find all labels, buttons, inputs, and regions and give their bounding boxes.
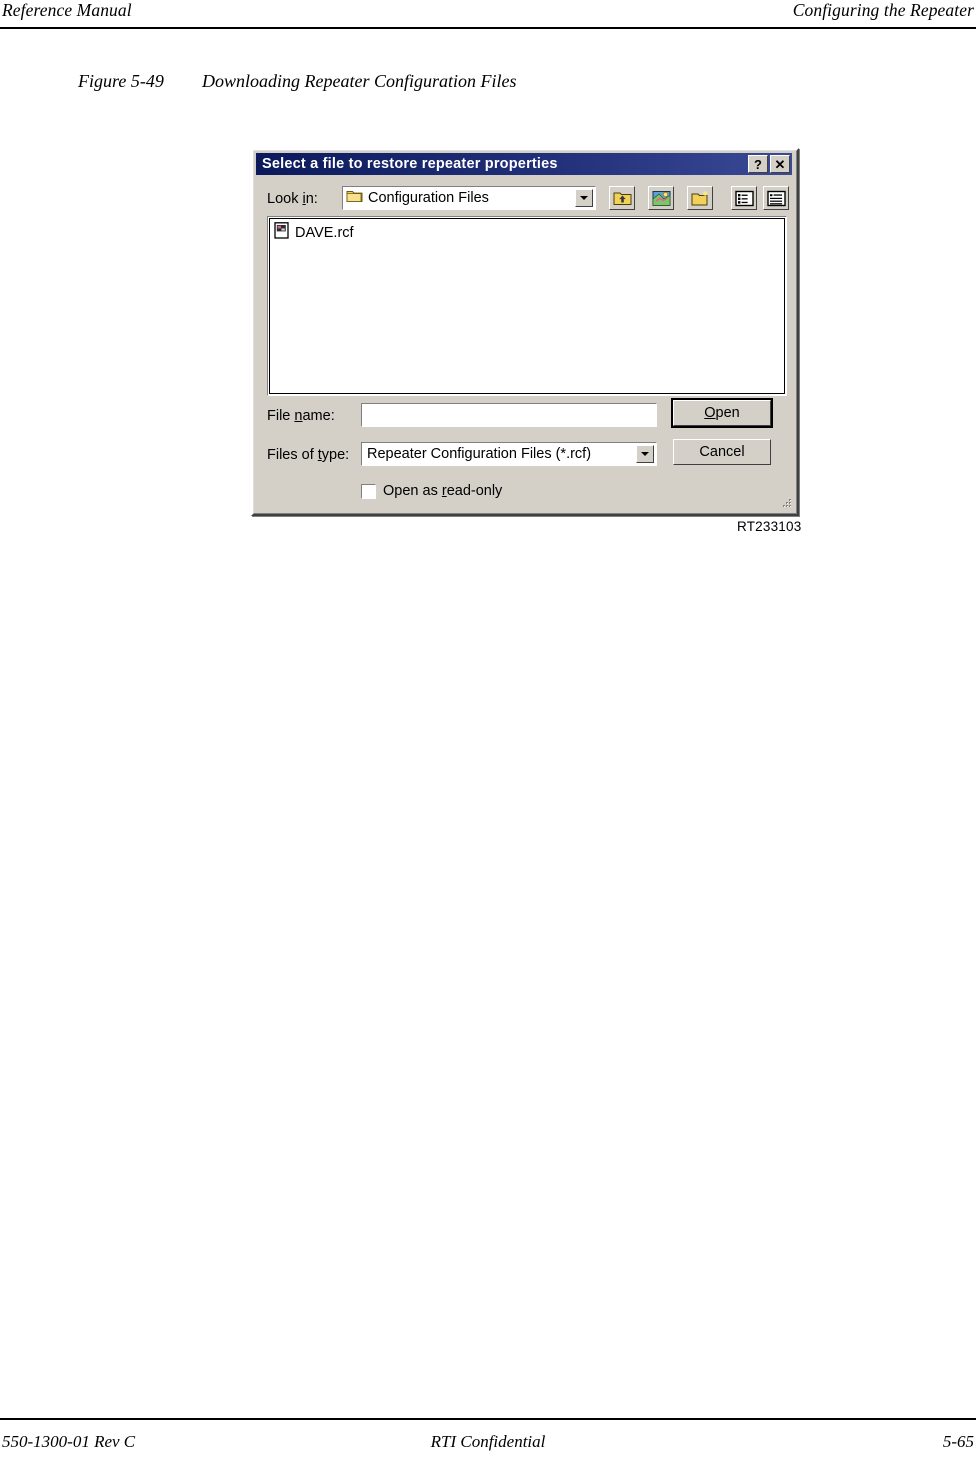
figure-caption: Figure 5-49 Downloading Repeater Configur… [78, 71, 516, 92]
details-view-icon[interactable] [763, 186, 789, 210]
footer-page-number: 5-65 [942, 1432, 974, 1451]
file-icon [274, 222, 290, 244]
new-folder-icon[interactable] [687, 186, 713, 210]
open-button[interactable]: Open [671, 398, 773, 428]
page-header: Reference Manual Configuring the Repeate… [0, 0, 976, 30]
lookin-value: Configuration Files [368, 190, 489, 206]
footer-rule [0, 1418, 976, 1420]
filetype-label: Files of type: [267, 447, 350, 463]
header-left-text: Reference Manual [2, 0, 132, 20]
up-one-level-icon[interactable] [609, 186, 635, 210]
open-readonly-label: Open as read-only [383, 483, 503, 499]
footer-confidentiality: RTI Confidential [430, 1432, 546, 1451]
page-footer: 550-1300-01 Rev C RTI Confidential 5-65 [0, 1432, 976, 1460]
file-name-label: DAVE.rcf [295, 225, 354, 241]
figure-id: RT233103 [737, 519, 802, 534]
filetype-value: Repeater Configuration Files (*.rcf) [367, 446, 592, 462]
lookin-row: Look in: Configuration Files [267, 186, 789, 212]
filename-input[interactable] [361, 403, 657, 427]
open-readonly-checkbox[interactable] [361, 483, 376, 499]
resize-grip-icon[interactable] [779, 497, 793, 511]
file-open-dialog: Select a file to restore repeater proper… [251, 148, 799, 516]
lookin-label: Look in: [267, 191, 318, 207]
dialog-title: Select a file to restore repeater proper… [262, 156, 558, 172]
lookin-combo[interactable]: Configuration Files [342, 186, 596, 210]
folder-icon [346, 189, 363, 208]
list-item[interactable]: DAVE.rcf [274, 222, 784, 244]
lookin-chevron-down-icon[interactable] [575, 189, 593, 207]
header-right-text: Configuring the Repeater [792, 0, 974, 20]
file-list-inner: DAVE.rcf [269, 218, 785, 394]
titlebar-buttons: ? ✕ [748, 155, 790, 173]
desktop-icon[interactable] [648, 186, 674, 210]
dialog-titlebar: Select a file to restore repeater proper… [256, 153, 792, 175]
file-list-panel[interactable]: DAVE.rcf [267, 216, 787, 396]
figure-title: Downloading Repeater Configuration Files [202, 71, 517, 91]
close-icon[interactable]: ✕ [770, 155, 790, 173]
open-readonly-checkbox-row[interactable]: Open as read-only [361, 483, 502, 499]
figure-number: Figure 5-49 [78, 71, 164, 91]
filename-label: File name: [267, 408, 335, 424]
filetype-combo[interactable]: Repeater Configuration Files (*.rcf) [361, 442, 657, 466]
help-button[interactable]: ? [748, 155, 768, 173]
filetype-chevron-down-icon[interactable] [636, 445, 654, 463]
header-rule [0, 27, 976, 29]
list-view-icon[interactable] [731, 186, 757, 210]
cancel-button[interactable]: Cancel [673, 439, 771, 465]
